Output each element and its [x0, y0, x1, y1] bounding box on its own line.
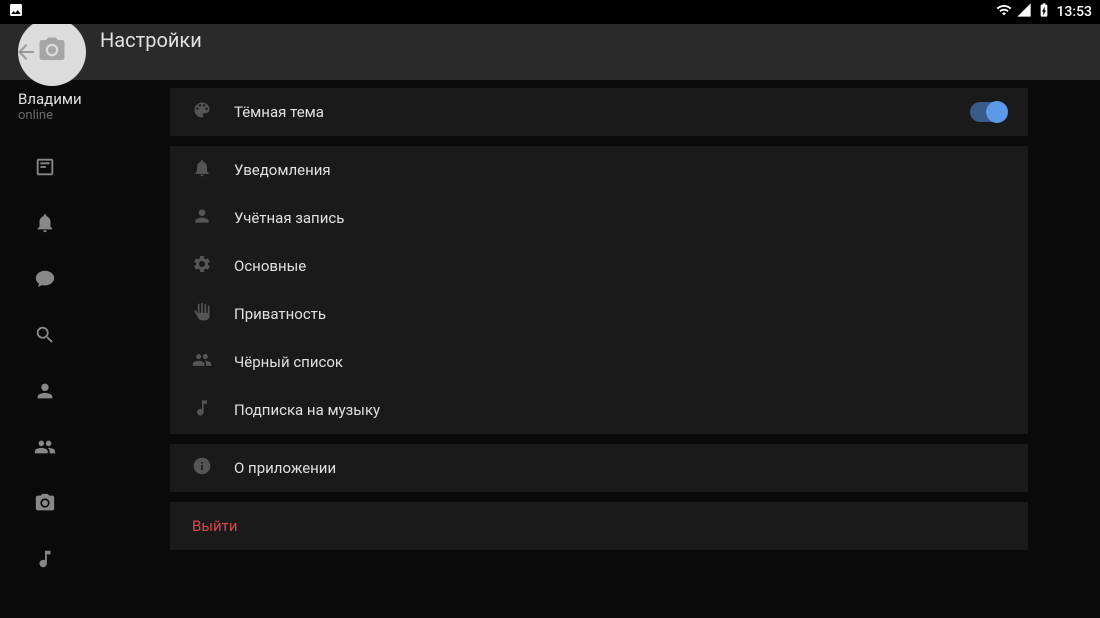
row-about[interactable]: О приложении [170, 444, 1028, 492]
battery-charging-icon [1036, 2, 1052, 22]
row-label: Уведомления [234, 161, 331, 179]
user-status: online [18, 108, 90, 123]
picture-icon [8, 2, 24, 22]
nav-news[interactable] [0, 141, 90, 197]
status-bar: 13:53 [0, 0, 1100, 24]
row-label: О приложении [234, 459, 336, 477]
nav-photos[interactable] [0, 477, 90, 533]
row-label: Чёрный список [234, 353, 343, 371]
camera-icon [37, 35, 67, 69]
row-label: Тёмная тема [234, 103, 324, 121]
nav-friends[interactable] [0, 421, 90, 477]
row-logout[interactable]: Выйти [170, 502, 1028, 550]
section-main: Уведомления Учётная запись Основные Прив… [170, 146, 1028, 434]
bell-icon [34, 212, 56, 238]
hand-icon [192, 302, 212, 326]
row-general[interactable]: Основные [170, 242, 1028, 290]
wifi-icon [996, 2, 1012, 22]
back-button[interactable] [14, 40, 38, 68]
logout-label: Выйти [192, 517, 238, 535]
row-dark-theme[interactable]: Тёмная тема [170, 88, 1028, 136]
nav-profile[interactable] [0, 365, 90, 421]
chat-icon [34, 268, 56, 294]
nav-messages[interactable] [0, 253, 90, 309]
user-block[interactable]: Владими online [0, 90, 90, 141]
search-icon [34, 324, 56, 350]
nav-notifications[interactable] [0, 197, 90, 253]
row-label: Основные [234, 257, 306, 275]
row-blacklist[interactable]: Чёрный список [170, 338, 1028, 386]
page-title: Настройки [100, 28, 202, 52]
sidebar: Владими online [0, 80, 90, 618]
row-account[interactable]: Учётная запись [170, 194, 1028, 242]
row-privacy[interactable]: Приватность [170, 290, 1028, 338]
section-logout: Выйти [170, 502, 1028, 550]
info-icon [192, 456, 212, 480]
news-icon [34, 156, 56, 182]
bell-icon [192, 158, 212, 182]
camera-nav-icon [34, 492, 56, 518]
people-icon [192, 350, 212, 374]
person-icon [192, 206, 212, 230]
row-label: Подписка на музыку [234, 401, 380, 419]
music-nav-icon [34, 548, 56, 574]
row-music-subscription[interactable]: Подписка на музыку [170, 386, 1028, 434]
palette-icon [192, 100, 212, 124]
signal-icon [1016, 2, 1032, 22]
row-label: Приватность [234, 305, 326, 323]
nav-search[interactable] [0, 309, 90, 365]
status-time: 13:53 [1056, 4, 1092, 20]
dark-theme-toggle[interactable] [970, 102, 1006, 122]
music-icon [192, 398, 212, 422]
row-label: Учётная запись [234, 209, 344, 227]
person-icon [34, 380, 56, 406]
row-notifications[interactable]: Уведомления [170, 146, 1028, 194]
gear-icon [192, 254, 212, 278]
section-appearance: Тёмная тема [170, 88, 1028, 136]
section-about: О приложении [170, 444, 1028, 492]
nav-music[interactable] [0, 533, 90, 589]
settings-panel: Тёмная тема Уведомления Учётная запись О… [90, 80, 1100, 618]
people-icon [34, 436, 56, 462]
user-name: Владими [18, 90, 90, 108]
avatar-container [18, 18, 86, 86]
